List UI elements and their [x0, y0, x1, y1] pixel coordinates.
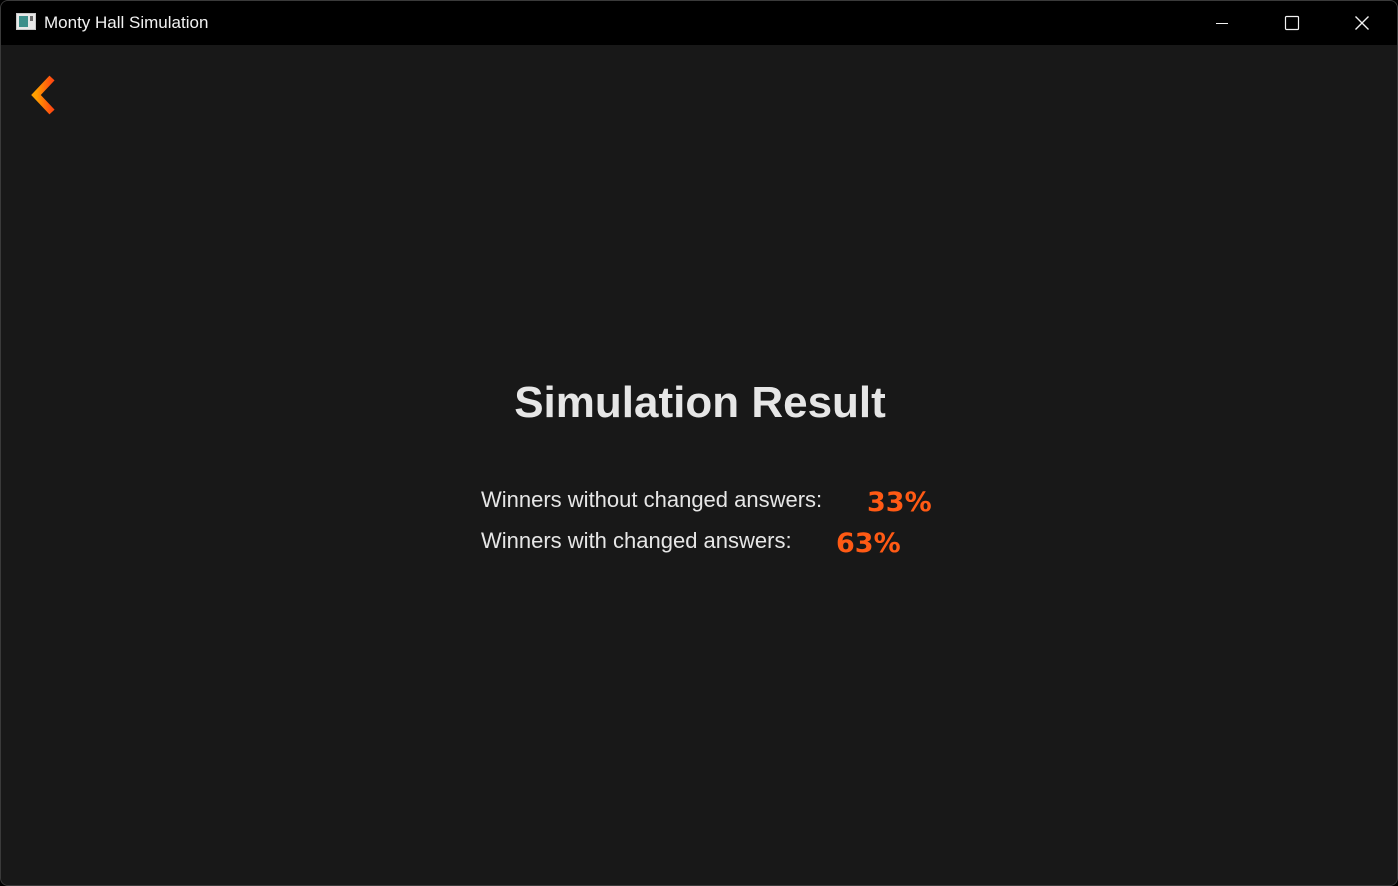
maximize-icon: [1284, 15, 1300, 31]
arrow-left-icon: [31, 75, 74, 115]
winners-without-change-value: 33%: [867, 487, 932, 518]
main-content: Simulation Result Winners without change…: [1, 45, 1397, 885]
winners-without-change-label: Winners without changed answers:: [481, 487, 823, 512]
result-title: Simulation Result: [514, 378, 886, 427]
title-bar[interactable]: Monty Hall Simulation: [1, 1, 1397, 45]
winners-with-change-label: Winners with changed answers:: [481, 528, 792, 553]
close-icon: [1355, 16, 1369, 30]
winners-with-change-value: 63%: [836, 528, 901, 559]
minimize-icon: [1216, 23, 1228, 24]
app-window-icon: [16, 13, 36, 30]
app-window: Monty Hall Simulation Simulation Result …: [0, 0, 1398, 886]
close-button[interactable]: [1327, 1, 1397, 45]
maximize-button[interactable]: [1257, 1, 1327, 45]
back-button[interactable]: [27, 71, 79, 119]
minimize-button[interactable]: [1187, 1, 1257, 45]
window-title: Monty Hall Simulation: [44, 13, 209, 32]
